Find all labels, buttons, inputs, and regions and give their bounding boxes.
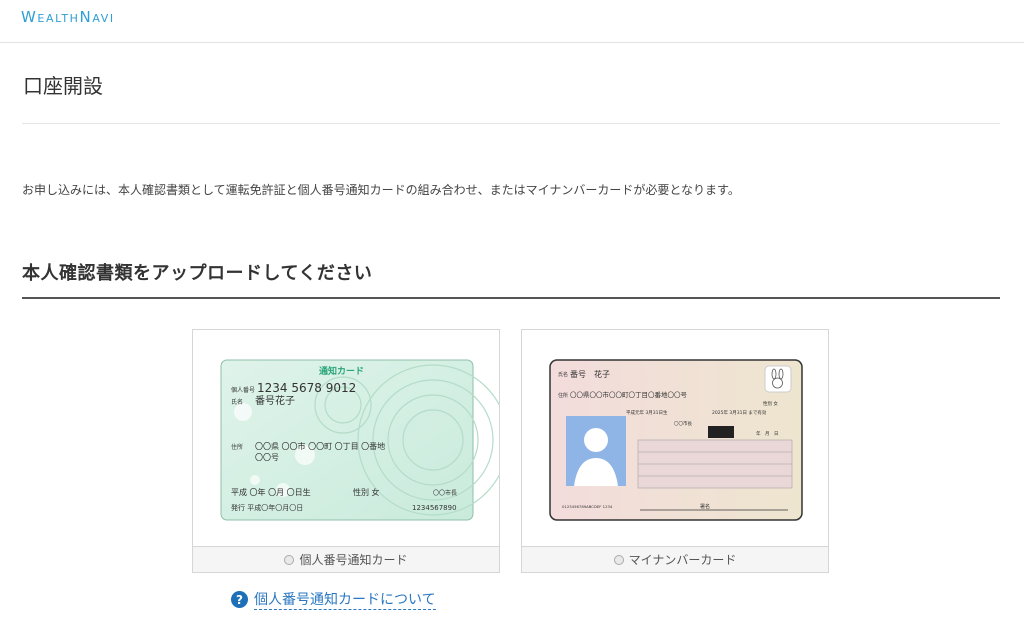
svg-text:1234 5678 9012: 1234 5678 9012 (257, 381, 356, 395)
radio-mynumber-card[interactable]: マイナンバーカード (522, 546, 828, 572)
svg-text:発行 平成〇年〇月〇日: 発行 平成〇年〇月〇日 (231, 503, 303, 512)
svg-text:〇〇市長: 〇〇市長 (674, 420, 692, 427)
svg-text:年 月 日: 年 月 日 (756, 430, 779, 437)
svg-text:氏名: 氏名 (558, 371, 568, 378)
notice-text: お申し込みには、本人確認書類として運転免許証と個人番号通知カードの組み合わせ、ま… (22, 183, 740, 197)
svg-text:氏名: 氏名 (231, 398, 243, 406)
svg-text:〇〇県〇〇市〇〇町〇丁目〇番地〇〇号: 〇〇県〇〇市〇〇町〇丁目〇番地〇〇号 (570, 390, 688, 399)
svg-text:平成 〇年 〇月 〇日生: 平成 〇年 〇月 〇日生 (231, 487, 311, 497)
radio-notice-card[interactable]: 個人番号通知カード (193, 546, 499, 572)
option-label: マイナンバーカード (628, 553, 737, 567)
notice-card-image[interactable]: 通知カード 個人番号 1234 5678 9012 氏名 番号花子 住所 〇〇県… (193, 330, 509, 548)
rabbit-icon (764, 365, 792, 393)
svg-text:〇〇市長: 〇〇市長 (433, 489, 457, 497)
option-mynumber-card[interactable]: 氏名 番号 花子 住所 〇〇県〇〇市〇〇町〇丁目〇番地〇〇号 性別 女 平成元年… (521, 329, 829, 573)
svg-text:0123456789ABCDEF 1234: 0123456789ABCDEF 1234 (562, 504, 613, 509)
svg-text:番号 花子: 番号 花子 (570, 369, 610, 379)
divider (22, 123, 1000, 124)
radio-button[interactable] (613, 554, 624, 565)
svg-text:署名: 署名 (700, 503, 710, 510)
svg-text:〇〇県 〇〇市 〇〇町 〇丁目 〇番地: 〇〇県 〇〇市 〇〇町 〇丁目 〇番地 (255, 441, 385, 451)
page-title: 口座開設 (23, 74, 103, 98)
section-title: 本人確認書類をアップロードしてください (22, 263, 373, 284)
svg-text:〇〇号: 〇〇号 (255, 453, 279, 462)
mynumber-card-image[interactable]: 氏名 番号 花子 住所 〇〇県〇〇市〇〇町〇丁目〇番地〇〇号 性別 女 平成元年… (522, 330, 828, 548)
svg-text:平成元年 3月31日生: 平成元年 3月31日生 (626, 409, 668, 416)
svg-text:住所: 住所 (558, 392, 568, 399)
svg-text:1234567890: 1234567890 (412, 504, 457, 512)
top-bar: WealthNavi (0, 0, 1024, 43)
card-heading: 通知カード (319, 365, 364, 377)
svg-text:番号花子: 番号花子 (255, 394, 295, 407)
help-link-text[interactable]: 個人番号通知カードについて (254, 589, 436, 610)
svg-text:個人番号: 個人番号 (231, 386, 255, 394)
svg-text:2025年 3月31日 まで有効: 2025年 3月31日 まで有効 (712, 409, 767, 416)
option-notice-card[interactable]: 通知カード 個人番号 1234 5678 9012 氏名 番号花子 住所 〇〇県… (192, 329, 509, 573)
svg-text:住所: 住所 (231, 443, 243, 451)
radio-button[interactable] (284, 554, 295, 565)
question-icon: ? (231, 591, 248, 608)
section-divider (22, 297, 1000, 299)
svg-text:性別 女: 性別 女 (353, 487, 380, 497)
portrait-photo (566, 416, 626, 486)
notice-card-help-link[interactable]: ? 個人番号通知カードについて (231, 589, 436, 610)
svg-text:性別 女: 性別 女 (763, 400, 778, 407)
option-label: 個人番号通知カード (299, 553, 408, 567)
wealthnavi-logo[interactable]: WealthNavi (21, 8, 115, 26)
